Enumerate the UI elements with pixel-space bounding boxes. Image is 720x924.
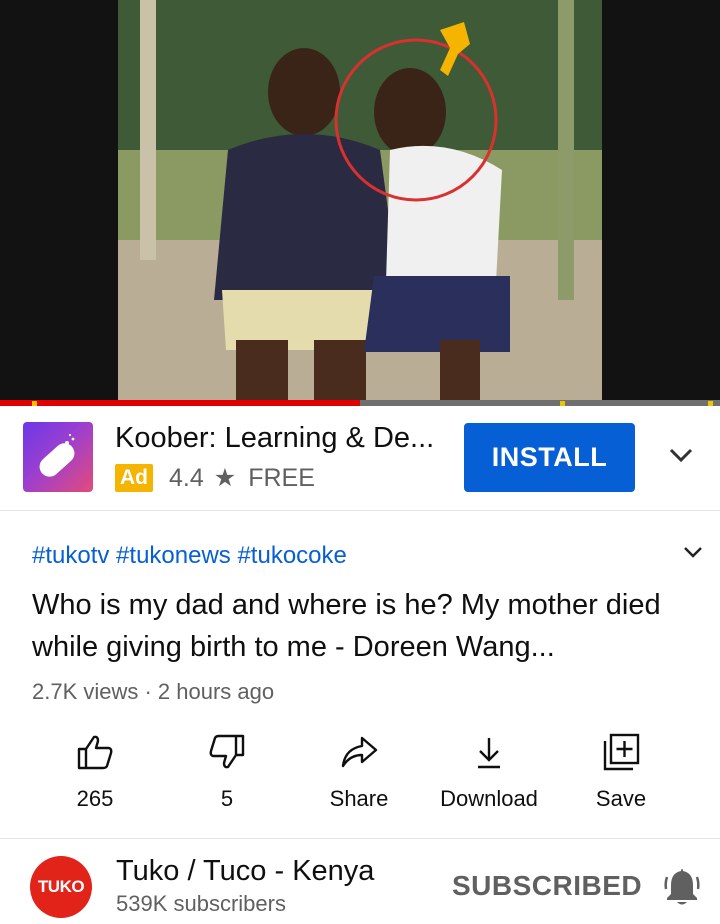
ad-badge: Ad <box>115 464 153 492</box>
subscribed-button[interactable]: SUBSCRIBED <box>452 870 642 902</box>
download-label: Download <box>440 786 538 811</box>
ad-title[interactable]: Koober: Learning & De... <box>115 422 434 455</box>
subscriber-count: 539K subscribers <box>116 891 286 916</box>
video-player[interactable] <box>0 0 720 402</box>
download-icon <box>478 738 500 769</box>
ad-subtitle: Ad 4.4 ★ FREE <box>115 462 315 494</box>
share-button[interactable]: Share <box>304 732 414 812</box>
video-title[interactable]: Who is my dad and where is he? My mother… <box>32 584 672 668</box>
thumbs-up-icon <box>77 735 113 770</box>
download-button[interactable]: Download <box>434 732 544 812</box>
star-icon: ★ <box>213 464 237 492</box>
video-meta: 2.7K views · 2 hours ago <box>32 679 275 704</box>
ad-price: FREE <box>248 463 315 492</box>
install-button[interactable]: INSTALL <box>464 423 635 492</box>
hashtags[interactable]: #tukotv #tukonews #tukocoke <box>32 542 347 570</box>
share-icon <box>341 736 378 768</box>
divider <box>0 838 720 839</box>
dislike-count: 5 <box>220 786 234 811</box>
expand-description-icon[interactable] <box>682 544 704 560</box>
chevron-down-icon[interactable] <box>668 446 694 464</box>
like-count: 265 <box>76 786 114 811</box>
dislike-button[interactable]: 5 <box>172 732 282 812</box>
channel-name[interactable]: Tuko / Tuco - Kenya <box>116 855 374 888</box>
ad-row[interactable]: Koober: Learning & De... Ad 4.4 ★ FREE I… <box>0 406 720 511</box>
save-label: Save <box>595 786 647 811</box>
ad-rating: 4.4 <box>169 463 204 492</box>
save-button[interactable]: Save <box>566 732 676 812</box>
video-frame <box>118 0 602 402</box>
thumbs-down-icon <box>209 734 245 769</box>
action-bar: 265 5 Share Download Save <box>30 732 690 822</box>
save-icon <box>603 733 640 771</box>
app-icon[interactable] <box>23 422 93 492</box>
channel-avatar[interactable]: TUKO <box>30 856 92 918</box>
bell-icon[interactable] <box>662 865 702 907</box>
share-label: Share <box>329 786 389 811</box>
like-button[interactable]: 265 <box>40 732 150 812</box>
